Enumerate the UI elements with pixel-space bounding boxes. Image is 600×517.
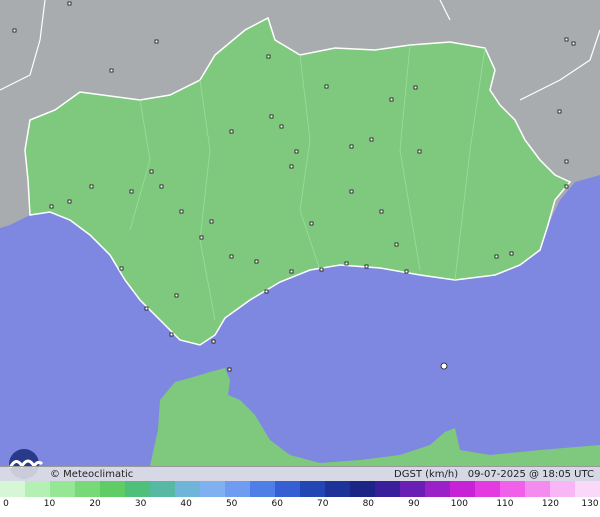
scale-segment xyxy=(0,481,25,497)
scale-segment xyxy=(475,481,500,497)
scale-segment xyxy=(150,481,175,497)
scale-segment xyxy=(300,481,325,497)
scale-segment xyxy=(75,481,100,497)
scale-tick-label: 80 xyxy=(362,499,375,509)
scale-tick-label: 120 xyxy=(541,499,560,509)
scale-tick-label: 20 xyxy=(89,499,101,509)
scale-segment xyxy=(575,481,600,497)
color-scale-bar xyxy=(0,481,600,497)
andalusia-map xyxy=(0,0,600,517)
scale-segment xyxy=(275,481,300,497)
scale-tick-label: 30 xyxy=(134,499,147,509)
scale-segment xyxy=(125,481,150,497)
scale-segment xyxy=(25,481,50,497)
copyright-text: © Meteoclimatic xyxy=(50,469,134,480)
station-marker-sea xyxy=(440,362,448,370)
weather-map xyxy=(0,0,600,517)
scale-segment xyxy=(325,481,350,497)
variable-datetime-text: DGST (km/h) 09-07-2025 @ 18:05 UTC xyxy=(394,467,594,482)
scale-segment xyxy=(375,481,400,497)
info-bar: © Meteoclimatic DGST (km/h) 09-07-2025 @… xyxy=(0,466,600,482)
scale-tick-label: 0 xyxy=(3,499,9,509)
scale-tick-label: 10 xyxy=(43,499,56,509)
scale-tick-label: 60 xyxy=(271,499,283,509)
scale-segment xyxy=(500,481,525,497)
scale-segment xyxy=(425,481,450,497)
scale-tick-label: 100 xyxy=(450,499,468,509)
variable-label: DGST (km/h) xyxy=(394,469,459,480)
scale-segment xyxy=(225,481,250,497)
scale-segment xyxy=(550,481,575,497)
scale-segment xyxy=(250,481,275,497)
scale-segment xyxy=(400,481,425,497)
datetime-label: 09-07-2025 @ 18:05 UTC xyxy=(467,469,594,480)
scale-segment xyxy=(350,481,375,497)
scale-segment xyxy=(50,481,75,497)
scale-tick-label: 90 xyxy=(408,499,420,509)
color-scale-ticks: 0 10 20 30 40 50 60 70 80 90 100 110 120 130 xyxy=(0,497,600,517)
scale-segment xyxy=(525,481,550,497)
scale-tick-label: 50 xyxy=(225,499,238,509)
scale-segment xyxy=(200,481,225,497)
scale-segment xyxy=(100,481,125,497)
scale-tick-label: 70 xyxy=(317,499,329,509)
scale-tick-label: 40 xyxy=(180,499,192,509)
scale-segment xyxy=(450,481,475,497)
scale-tick-label: 110 xyxy=(496,499,514,509)
scale-tick-label: 130 xyxy=(581,499,599,509)
scale-segment xyxy=(175,481,200,497)
